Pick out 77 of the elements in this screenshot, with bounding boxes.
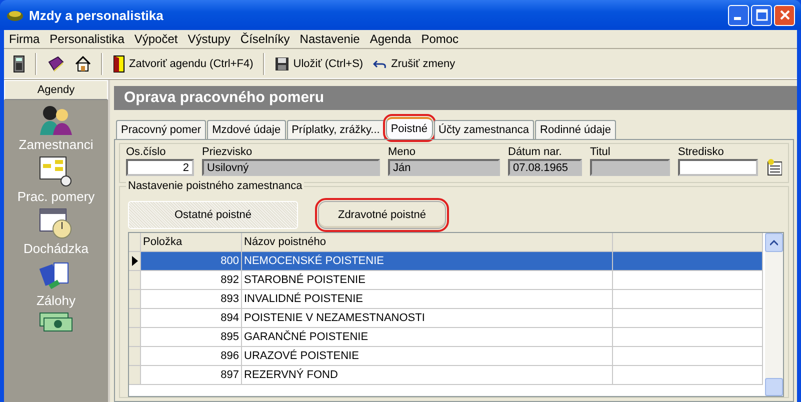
minimize-button[interactable] (728, 4, 749, 26)
panel-header: Oprava pracovného pomeru (114, 86, 797, 110)
table-cell: INVALIDNÉ POISTENIE (244, 293, 363, 305)
input-field[interactable] (678, 159, 758, 176)
table-cell: 897 (220, 369, 239, 381)
toolbar-button[interactable]: Zrušiť zmeny (370, 56, 458, 72)
input-field[interactable]: Ján (388, 159, 500, 176)
table-cell: 800 (220, 255, 239, 267)
tab[interactable]: Rodinné údaje (535, 120, 616, 139)
input-field[interactable]: 07.08.1965 (508, 159, 582, 176)
scroll-up-button[interactable] (765, 233, 783, 252)
group-title: Nastavenie poistného zamestnanca (126, 180, 304, 192)
tab[interactable]: Pracovný pomer (116, 120, 206, 139)
field-label: Dátum nar. (508, 146, 563, 158)
menu-item[interactable]: Číselníky (235, 32, 295, 46)
table-cell: 893 (220, 293, 239, 305)
field-label: Priezvisko (202, 146, 254, 158)
table-cell: URAZOVÉ POISTENIE (244, 350, 359, 362)
table-row[interactable]: 897 REZERVNÝ FOND (129, 366, 763, 385)
tab[interactable]: Príplatky, zrážky... (286, 120, 385, 139)
menu-item[interactable]: Pomoc (416, 32, 464, 46)
menu-item[interactable]: Nastavenie (294, 32, 365, 46)
maximize-icon (756, 9, 768, 21)
table-row[interactable]: 892 STAROBNÉ POISTENIE (129, 271, 763, 290)
calendar-clock-icon[interactable] (38, 208, 73, 240)
table-cell: NEMOCENSKÉ POISTENIE (244, 255, 384, 267)
maximize-button[interactable] (751, 4, 772, 26)
table-row[interactable]: 894 POISTENIE V NEZAMESTNANOSTI (129, 309, 763, 328)
people-icon[interactable] (38, 104, 74, 136)
calculator-icon (13, 54, 25, 72)
minimize-icon (734, 17, 740, 20)
table-cell: GARANČNÉ POISTENIE (244, 331, 368, 343)
toggle-button[interactable]: Ostatné poistné (128, 201, 298, 229)
undo-icon (373, 58, 388, 68)
field-label: Meno (388, 146, 417, 158)
table-row[interactable]: 896 URAZOVÉ POISTENIE (129, 347, 763, 366)
tab[interactable]: Poistné (386, 117, 433, 139)
toolbar-button[interactable]: Zatvoriť agendu (Ctrl+F4) (110, 52, 256, 74)
home-icon (75, 56, 91, 72)
close-button[interactable] (774, 4, 795, 26)
table-cell: REZERVNÝ FOND (244, 369, 338, 381)
table-cell: 896 (220, 350, 239, 362)
input-field[interactable]: 2 (126, 159, 194, 176)
toolbar-button[interactable]: Uložiť (Ctrl+S) (272, 54, 366, 72)
menu-item[interactable]: Agenda (364, 32, 416, 46)
tab[interactable]: Mzdové údaje (207, 120, 286, 139)
tab[interactable]: Účty zamestnanca (434, 120, 534, 139)
table-cell: STAROBNÉ POISTENIE (244, 274, 366, 286)
field-label: Os.číslo (126, 146, 167, 158)
scrollbar[interactable] (765, 233, 783, 396)
menu-item[interactable]: Výpočet (129, 32, 183, 46)
menu-item[interactable]: Firma (4, 32, 45, 46)
row-pointer-icon (132, 256, 138, 266)
scroll-thumb[interactable] (765, 378, 783, 396)
table-cell: POISTENIE V NEZAMESTNANOSTI (244, 312, 425, 324)
input-field[interactable] (590, 159, 670, 176)
close-icon (778, 9, 790, 21)
table-row[interactable]: 895 GARANČNÉ POISTENIE (129, 328, 763, 347)
door-icon (113, 54, 125, 72)
sidebar-title: Agendy (4, 80, 108, 100)
column-header[interactable]: Položka (141, 233, 242, 251)
app-icon (6, 8, 24, 22)
table-row[interactable]: 893 INVALIDNÉ POISTENIE (129, 290, 763, 309)
window-title: Mzdy a personalistika (29, 8, 164, 22)
book-icon (47, 56, 65, 72)
menu-item[interactable]: Personalistika (44, 32, 130, 46)
table-cell: 892 (220, 274, 239, 286)
column-header[interactable]: Názov poistného (242, 233, 613, 251)
organization-chart-icon[interactable] (39, 156, 73, 188)
notepad-icon[interactable] (766, 158, 782, 176)
table-cell: 895 (220, 331, 239, 343)
field-label: Stredisko (678, 146, 725, 158)
input-field[interactable]: Usilovný (202, 159, 380, 176)
toggle-button[interactable]: Zdravotné poistné (318, 201, 446, 229)
table-cell: 894 (220, 312, 239, 324)
menu-item[interactable]: Výstupy (182, 32, 236, 46)
field-label: Titul (590, 146, 612, 158)
